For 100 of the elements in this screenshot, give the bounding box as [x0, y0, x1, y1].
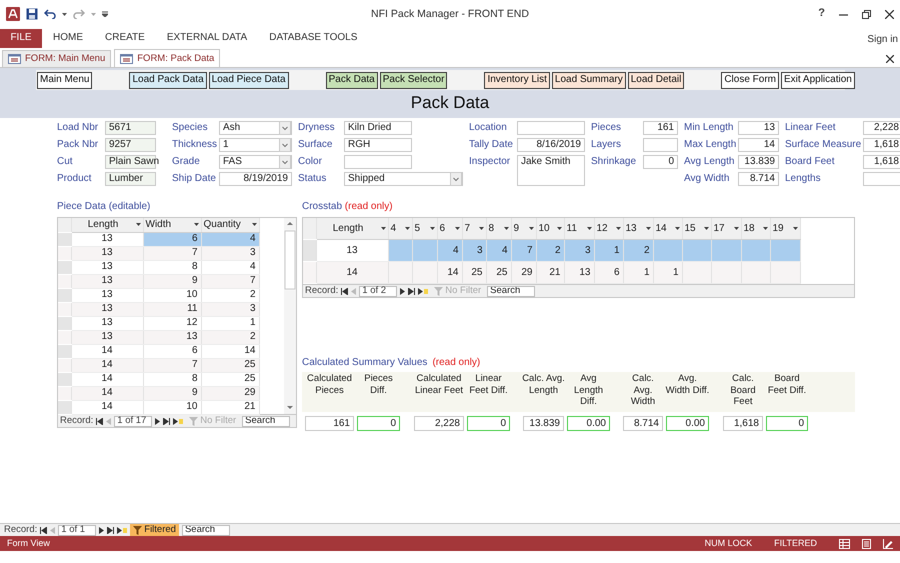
toolbar-button[interactable]: Load Detail — [628, 72, 684, 88]
document-tab[interactable]: FORM: Pack Data — [114, 49, 220, 67]
form-view-icon[interactable] — [862, 538, 871, 548]
input-field[interactable]: 161 — [643, 121, 678, 135]
dropdown-arrow-icon[interactable] — [762, 227, 768, 230]
caret-icon[interactable] — [62, 12, 67, 16]
calculated-field[interactable]: 161 — [305, 416, 354, 431]
first-record-icon[interactable] — [40, 526, 48, 534]
toolbar-button[interactable]: Pack Data — [326, 72, 378, 88]
input-field[interactable]: 0 — [643, 155, 678, 169]
first-record-icon[interactable] — [341, 288, 348, 294]
input-field[interactable] — [863, 172, 900, 186]
ribbon-tab[interactable]: CREATE — [94, 32, 156, 44]
dropdown-arrow-icon[interactable] — [454, 227, 460, 230]
sign-in-link[interactable]: Sign in — [867, 34, 900, 46]
input-field[interactable] — [344, 155, 412, 169]
dropdown-arrow-icon[interactable] — [704, 227, 708, 230]
ribbon-tab[interactable]: DATABASE TOOLS — [258, 32, 368, 44]
toolbar-button[interactable]: Main Menu — [37, 72, 92, 88]
dropdown-arrow-icon[interactable] — [734, 227, 738, 230]
input-field[interactable]: Kiln Dried — [344, 121, 412, 135]
input-field[interactable]: 8.714 — [738, 172, 779, 186]
difference-field[interactable]: 0 — [467, 416, 510, 431]
customize-icon[interactable] — [102, 11, 108, 17]
restore-icon[interactable] — [862, 10, 872, 18]
combo-box[interactable]: Ash — [219, 121, 292, 135]
input-field[interactable]: 1,618 — [863, 155, 900, 169]
dropdown-arrow-icon[interactable] — [616, 227, 620, 230]
input-field[interactable]: 2,228 — [863, 121, 900, 135]
first-record-icon[interactable] — [96, 418, 104, 424]
calculated-field[interactable]: 2,228 — [414, 416, 464, 431]
dropdown-arrow-icon[interactable] — [674, 227, 680, 230]
calculated-field[interactable]: 13.839 — [523, 416, 564, 431]
dropdown-arrow-icon[interactable] — [194, 223, 198, 226]
help-button[interactable]: ? — [818, 7, 826, 21]
datasheet-view-icon[interactable] — [839, 538, 850, 548]
input-field[interactable] — [517, 121, 585, 135]
dropdown-arrow-icon[interactable] — [586, 227, 592, 230]
input-field[interactable] — [643, 138, 678, 152]
dropdown-arrow-icon[interactable] — [404, 227, 410, 230]
dropdown-arrow-icon[interactable] — [504, 227, 508, 230]
next-record-icon[interactable] — [400, 288, 406, 294]
last-record-icon[interactable] — [107, 526, 114, 534]
ribbon-tab[interactable]: EXTERNAL DATA — [156, 32, 258, 44]
search-field[interactable]: Search — [242, 416, 290, 426]
last-record-icon[interactable] — [163, 418, 170, 424]
new-record-icon[interactable] — [173, 418, 184, 424]
search-field[interactable]: Search — [487, 286, 536, 296]
dropdown-arrow-icon[interactable] — [646, 227, 650, 230]
toolbar-button[interactable]: Close Form — [721, 72, 780, 88]
last-record-icon[interactable] — [408, 288, 416, 294]
input-field[interactable]: 5671 — [105, 121, 156, 135]
ribbon-tab[interactable]: HOME — [42, 32, 94, 44]
dropdown-arrow-icon[interactable] — [136, 223, 140, 226]
record-position-field[interactable]: 1 of 17 — [114, 416, 152, 426]
dropdown-arrow-icon[interactable] — [478, 227, 484, 230]
toolbar-button[interactable]: Load Pack Data — [129, 72, 207, 88]
input-field[interactable]: RGH — [344, 138, 412, 152]
dropdown-arrow-icon[interactable] — [380, 227, 386, 230]
calculated-field[interactable]: 8.714 — [623, 416, 663, 431]
input-field[interactable]: Lumber — [105, 172, 156, 186]
input-field[interactable]: 8/19/2019 — [219, 172, 292, 186]
dropdown-arrow-icon[interactable] — [792, 227, 798, 230]
toolbar-button[interactable]: Inventory List — [484, 72, 550, 88]
difference-field[interactable]: 0.00 — [666, 416, 709, 431]
filter-button[interactable]: Filtered — [130, 524, 179, 536]
record-position-field[interactable]: 1 of 1 — [58, 524, 96, 536]
dropdown-arrow-icon[interactable] — [556, 227, 562, 230]
toolbar-button[interactable]: Exit Application — [781, 72, 855, 88]
document-tab[interactable]: FORM: Main Menu — [2, 50, 112, 67]
combo-box[interactable]: 1 — [219, 138, 292, 152]
toolbar-button[interactable]: Load Piece Data — [208, 72, 289, 88]
combo-box[interactable]: FAS — [219, 155, 292, 169]
save-icon[interactable] — [26, 8, 38, 20]
toolbar-button[interactable]: Load Summary — [552, 72, 626, 88]
input-field[interactable]: Plain Sawn — [105, 155, 156, 169]
input-field[interactable]: 1,618 — [863, 138, 900, 152]
new-record-icon[interactable] — [117, 526, 128, 534]
scrollbar[interactable] — [284, 218, 296, 414]
file-tab[interactable]: FILE — [0, 28, 42, 48]
toolbar-button[interactable]: Pack Selector — [380, 72, 448, 88]
next-record-icon[interactable] — [99, 526, 104, 534]
dropdown-arrow-icon[interactable] — [430, 227, 434, 230]
combo-box[interactable]: Shipped — [344, 172, 463, 186]
app-icon[interactable] — [6, 7, 20, 21]
dropdown-arrow-icon[interactable] — [252, 223, 256, 226]
input-field[interactable]: 13 — [738, 121, 779, 135]
input-field[interactable]: 13.839 — [738, 155, 779, 169]
difference-field[interactable]: 0 — [766, 416, 808, 431]
record-position-field[interactable]: 1 of 2 — [359, 286, 398, 296]
design-view-icon[interactable] — [883, 538, 893, 548]
next-record-icon[interactable] — [155, 418, 160, 424]
search-field[interactable]: Search — [182, 524, 230, 536]
close-icon[interactable] — [885, 10, 894, 18]
difference-field[interactable]: 0 — [357, 416, 400, 431]
calculated-field[interactable]: 1,618 — [723, 416, 763, 431]
text-area[interactable]: Jake Smith — [517, 155, 585, 186]
difference-field[interactable]: 0.00 — [567, 416, 610, 431]
dropdown-arrow-icon[interactable] — [528, 227, 534, 230]
input-field[interactable]: 8/16/2019 — [517, 138, 585, 152]
